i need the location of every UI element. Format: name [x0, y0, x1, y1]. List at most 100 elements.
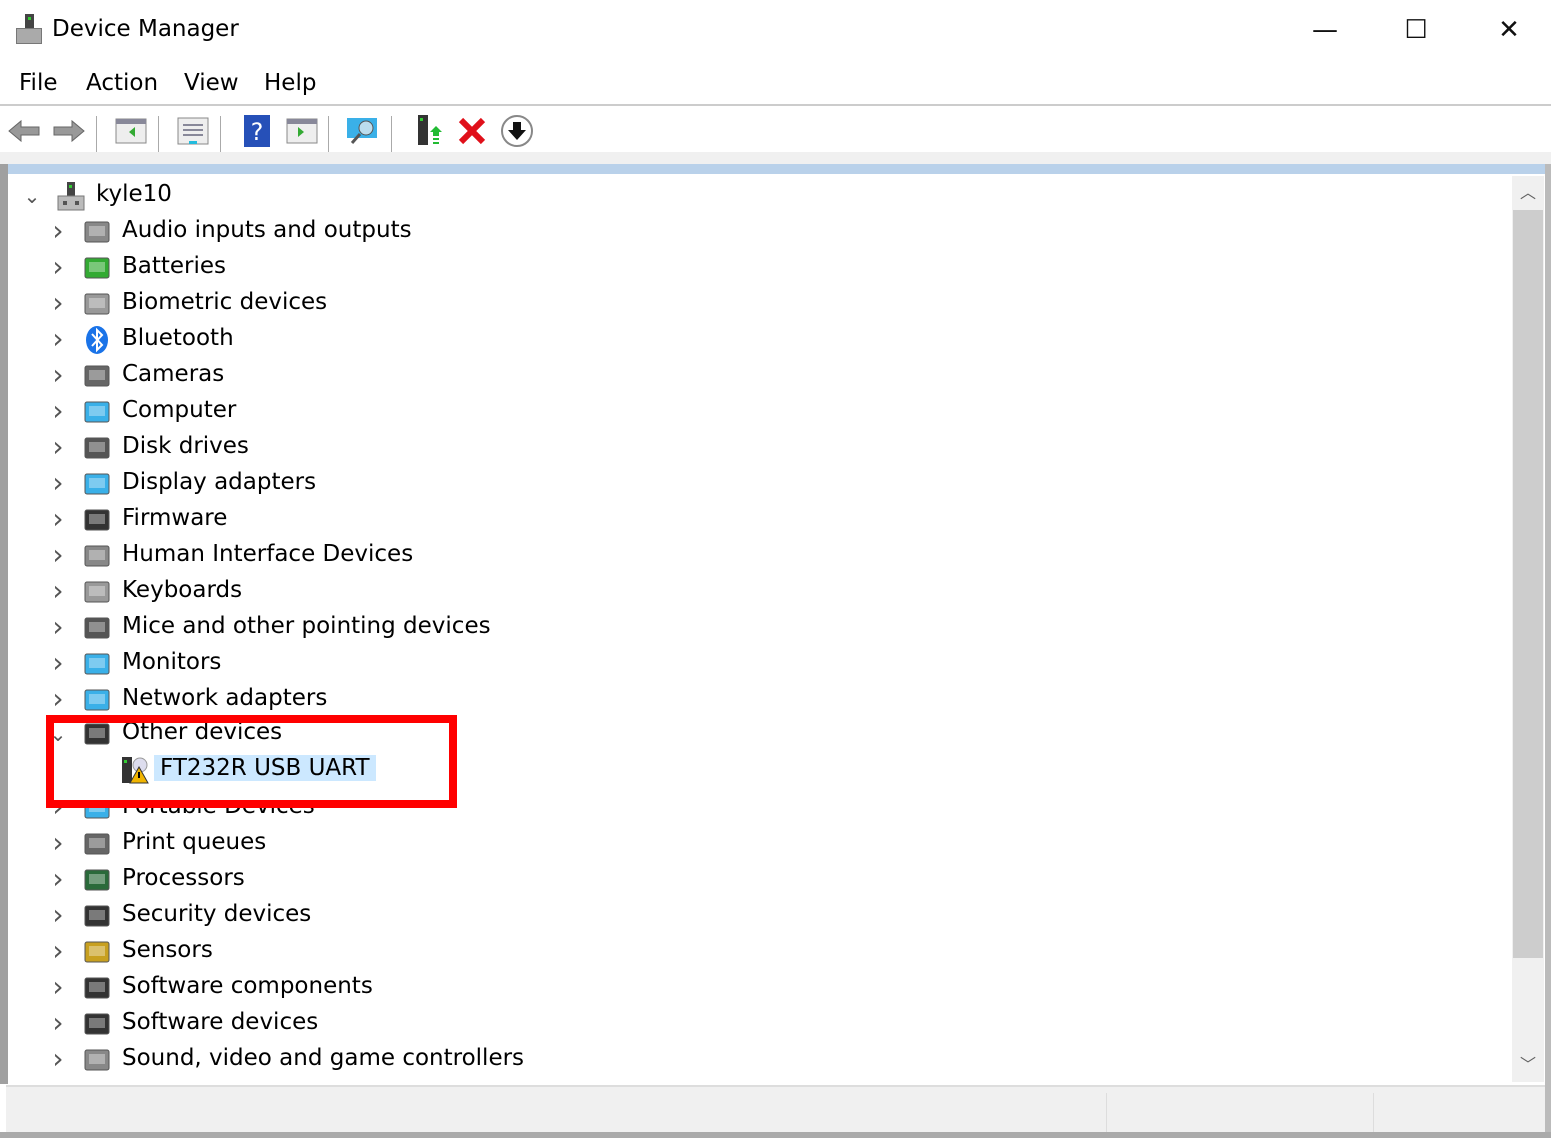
scan-hardware-icon[interactable] [346, 114, 380, 148]
item-label: Sensors [122, 937, 213, 963]
menu-help[interactable]: Help [264, 70, 316, 96]
root-label: kyle10 [96, 181, 172, 207]
tree-category-item[interactable]: › Firmware [10, 502, 710, 538]
header-strip [8, 164, 1551, 174]
item-label: Batteries [122, 253, 227, 279]
item-label: Computer [122, 397, 237, 423]
minimize-button[interactable]: — [1300, 10, 1350, 50]
item-label: Print queues [122, 829, 267, 855]
tree-category-item[interactable]: › Display adapters [10, 466, 710, 502]
item-label: Bluetooth [122, 325, 234, 351]
tree-category-item[interactable]: › Keyboards [10, 574, 710, 610]
disk-drive-icon [82, 433, 112, 463]
properties-icon[interactable] [176, 114, 210, 148]
chevron-right-icon[interactable]: › [48, 865, 68, 893]
tree-category-item[interactable]: › Human Interface Devices [10, 538, 710, 574]
maximize-button[interactable]: ☐ [1391, 10, 1441, 50]
title-bar: Device Manager — ☐ ✕ [0, 0, 1551, 62]
tree-category-item[interactable]: › Sound, video and game controllers [10, 1042, 710, 1078]
chevron-right-icon[interactable]: › [48, 577, 68, 605]
software-device-icon [82, 1009, 112, 1039]
chevron-right-icon[interactable]: › [48, 901, 68, 929]
forward-arrow-icon[interactable] [52, 114, 86, 148]
tree-category-item[interactable]: › Sensors [10, 934, 710, 970]
software-component-icon [82, 973, 112, 1003]
network-icon [82, 685, 112, 715]
tree-category-item[interactable]: › Software devices [10, 1006, 710, 1042]
item-label: Firmware [122, 505, 228, 531]
chevron-right-icon[interactable]: › [48, 973, 68, 1001]
device-manager-icon [16, 14, 42, 44]
chevron-right-icon[interactable]: › [48, 649, 68, 677]
update-driver-icon[interactable] [412, 114, 446, 148]
tree-category-item[interactable]: › Software components [10, 970, 710, 1006]
tree-category-item[interactable]: › Audio inputs and outputs [10, 214, 710, 250]
mouse-icon [82, 613, 112, 643]
chevron-right-icon[interactable]: › [48, 361, 68, 389]
tree-category-item[interactable]: › Disk drives [10, 430, 710, 466]
chevron-right-icon[interactable]: › [48, 289, 68, 317]
scroll-up-arrow-icon[interactable]: ︿ [1512, 176, 1544, 210]
chevron-right-icon[interactable]: › [48, 325, 68, 353]
bluetooth-icon [82, 325, 112, 355]
chevron-right-icon[interactable]: › [48, 217, 68, 245]
chevron-right-icon[interactable]: › [48, 685, 68, 713]
tree-category-item[interactable]: › Network adapters [10, 682, 710, 718]
item-label: Display adapters [122, 469, 317, 495]
chevron-right-icon[interactable]: › [48, 937, 68, 965]
speaker-icon [82, 1045, 112, 1075]
menu-file[interactable]: File [19, 70, 58, 96]
console-tree-icon[interactable] [114, 114, 148, 148]
tree-category-item[interactable]: › Monitors [10, 646, 710, 682]
tree-category-item[interactable]: › Print queues [10, 826, 710, 862]
tree-category-item[interactable]: › Bluetooth [10, 322, 710, 358]
chevron-right-icon[interactable]: › [48, 433, 68, 461]
tree-category-item[interactable]: › Security devices [10, 898, 710, 934]
tree-category-item[interactable]: › Cameras [10, 358, 710, 394]
computer-icon [56, 181, 86, 211]
chevron-right-icon[interactable]: › [48, 505, 68, 533]
chevron-right-icon[interactable]: › [48, 253, 68, 281]
item-label: Human Interface Devices [122, 541, 414, 567]
item-label: Monitors [122, 649, 222, 675]
chevron-right-icon[interactable]: › [48, 469, 68, 497]
battery-icon [82, 253, 112, 283]
hid-icon [82, 541, 112, 571]
tree-category-item[interactable]: › Biometric devices [10, 286, 710, 322]
item-label: Cameras [122, 361, 225, 387]
item-label: Processors [122, 865, 245, 891]
item-label: Sound, video and game controllers [122, 1045, 525, 1071]
chip-icon [82, 505, 112, 535]
chevron-right-icon[interactable]: › [48, 613, 68, 641]
tree-category-item[interactable]: › Batteries [10, 250, 710, 286]
status-bar [6, 1085, 1545, 1133]
tree-category-item[interactable]: › Computer [10, 394, 710, 430]
disable-device-icon[interactable] [500, 114, 534, 148]
chevron-right-icon[interactable]: › [48, 1045, 68, 1073]
menu-view[interactable]: View [184, 70, 239, 96]
chevron-right-icon[interactable]: › [48, 829, 68, 857]
close-button[interactable]: ✕ [1484, 10, 1534, 50]
item-label: Mice and other pointing devices [122, 613, 491, 639]
scrollbar-thumb[interactable] [1513, 210, 1543, 958]
keyboard-icon [82, 577, 112, 607]
scroll-down-arrow-icon[interactable]: ﹀ [1512, 1048, 1544, 1082]
item-label: Security devices [122, 901, 312, 927]
item-label: Network adapters [122, 685, 328, 711]
item-label: Audio inputs and outputs [122, 217, 412, 243]
tree-root[interactable]: ⌄ kyle10 [10, 178, 410, 214]
tree-category-item[interactable]: › Processors [10, 862, 710, 898]
highlight-box [46, 715, 457, 808]
chevron-right-icon[interactable]: › [48, 541, 68, 569]
uninstall-x-icon[interactable] [455, 114, 489, 148]
chevron-right-icon[interactable]: › [48, 1009, 68, 1037]
help-icon[interactable]: ? [240, 114, 274, 148]
chevron-down-icon[interactable]: ⌄ [22, 186, 42, 206]
action-pane-icon[interactable] [285, 114, 319, 148]
chevron-right-icon[interactable]: › [48, 397, 68, 425]
device-tree: ⌄ kyle10 › Audio inputs and outputs › Batte… [10, 174, 1512, 1082]
menu-action[interactable]: Action [86, 70, 158, 96]
tree-category-item[interactable]: › Mice and other pointing devices [10, 610, 710, 646]
back-arrow-icon[interactable] [7, 114, 41, 148]
item-label: Software components [122, 973, 373, 999]
